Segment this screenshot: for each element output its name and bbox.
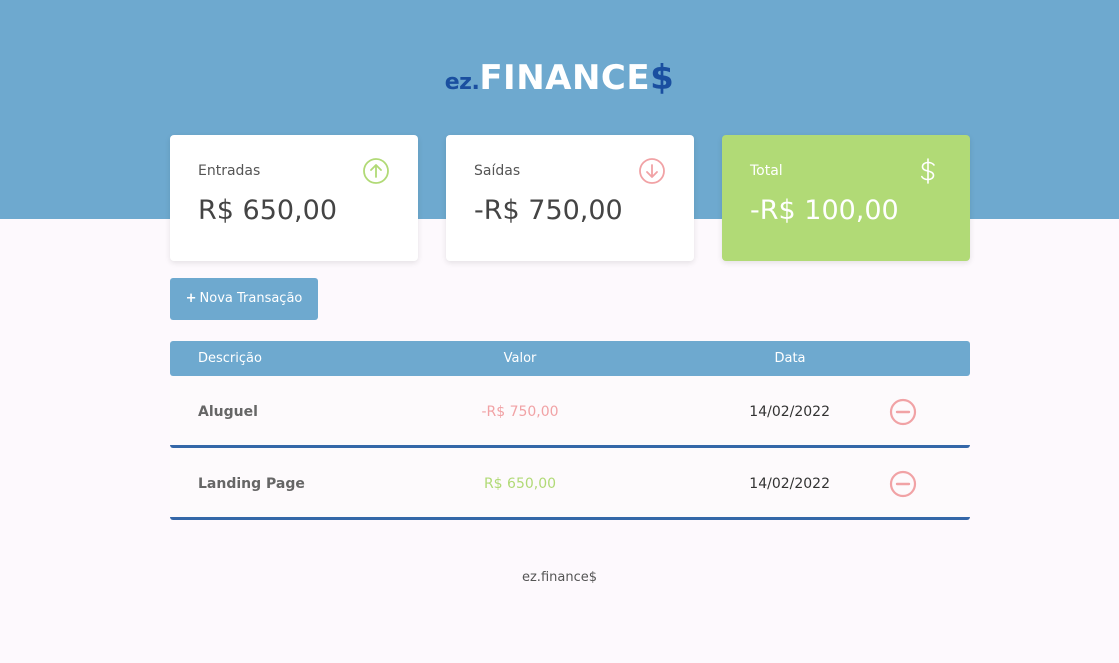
expense-card-value: -R$ 750,00 [474,195,623,226]
income-card: Entradas R$ 650,00 [170,135,418,261]
column-header-amount: Valor [503,351,537,366]
remove-transaction-icon[interactable] [889,470,917,498]
footer-text: ez.finance$ [521,570,597,585]
transaction-date: 14/02/2022 [749,476,830,492]
total-card-value: -R$ 100,00 [750,195,899,226]
column-header-description: Descrição [198,351,262,366]
arrow-up-circle-icon [363,158,389,184]
table-row: Aluguel -R$ 750,00 14/02/2022 [170,376,970,448]
remove-transaction-icon[interactable] [889,398,917,426]
table-header: Descrição Valor Data [170,341,970,376]
total-card: Total -R$ 100,00 [722,135,970,261]
transaction-amount: R$ 650,00 [483,476,557,492]
dollar-icon [921,158,935,184]
income-card-value: R$ 650,00 [198,195,337,226]
transaction-description: Landing Page [198,476,305,492]
app-logo: ez.FINANCE$ [0,58,1119,98]
logo-name: FINANCE [479,58,651,98]
logo-prefix: ez. [444,70,480,95]
arrow-down-circle-icon [639,158,665,184]
new-transaction-label: Nova Transação [199,291,303,306]
transaction-date: 14/02/2022 [749,404,830,420]
expense-card: Saídas -R$ 750,00 [446,135,694,261]
new-transaction-button[interactable]: + Nova Transação [170,278,318,320]
table-row: Landing Page R$ 650,00 14/02/2022 [170,448,970,520]
transactions-table: Descrição Valor Data Aluguel -R$ 750,00 … [170,341,970,520]
transaction-description: Aluguel [198,404,258,420]
transaction-amount: -R$ 750,00 [481,404,559,420]
logo-suffix: $ [650,58,675,98]
column-header-date: Data [774,351,806,366]
plus-icon: + [185,291,197,306]
